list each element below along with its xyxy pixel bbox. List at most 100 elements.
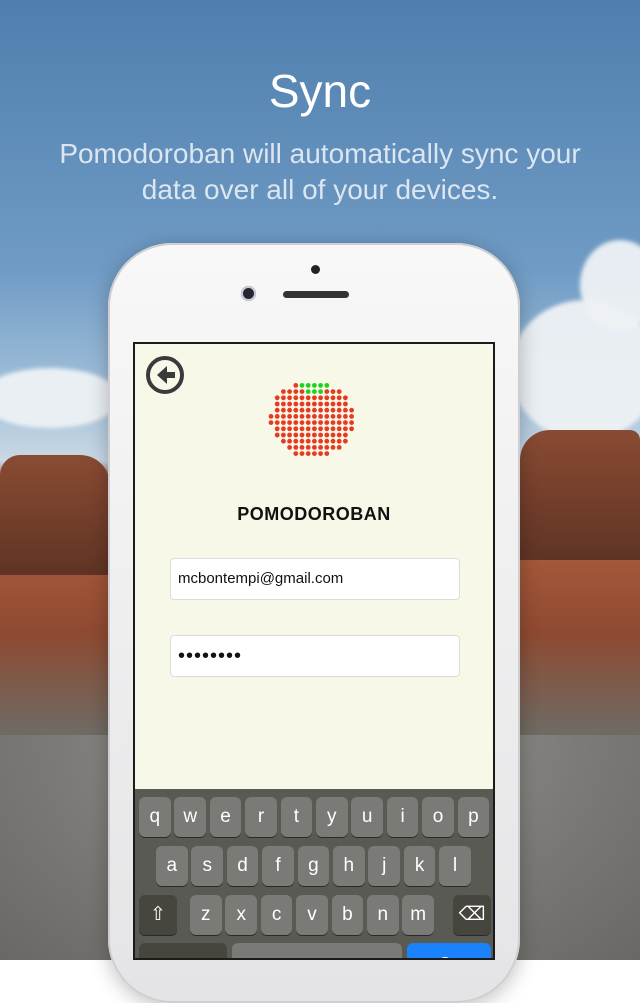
keyboard: qwertyuiop asdfghjkl zxcvbnm ⇧ ⌫ ?123 sp… — [135, 789, 493, 958]
logo-dot — [312, 445, 317, 450]
logo-dot — [318, 395, 323, 401]
logo-dot — [305, 451, 311, 456]
logo-dot — [287, 426, 292, 432]
go-key[interactable]: Go — [407, 943, 491, 958]
key-b[interactable]: b — [331, 895, 364, 935]
logo-dot — [287, 432, 292, 438]
logo-dot — [281, 401, 286, 407]
logo-dot — [293, 395, 299, 401]
front-camera — [241, 286, 256, 301]
key-f[interactable]: f — [262, 846, 294, 886]
logo-dot — [299, 395, 305, 401]
logo-dot — [287, 389, 292, 394]
logo-dot — [299, 407, 305, 413]
key-n[interactable]: n — [367, 895, 399, 935]
key-h[interactable]: h — [333, 846, 365, 886]
logo-dot — [349, 414, 354, 419]
key-l[interactable]: l — [439, 846, 471, 886]
logo-dot — [318, 426, 323, 432]
key-w[interactable]: w — [174, 797, 206, 837]
logo-dot — [287, 420, 292, 425]
space-key[interactable]: space — [232, 943, 402, 958]
logo-dot — [287, 401, 292, 407]
tomato-logo-icon — [268, 383, 354, 456]
key-u[interactable]: u — [351, 797, 383, 837]
logo-dot — [330, 401, 336, 407]
key-o[interactable]: o — [422, 797, 454, 837]
logo-dot — [324, 420, 330, 425]
logo-dot — [336, 426, 342, 432]
logo-dot — [287, 407, 292, 413]
logo-dot — [305, 445, 311, 450]
logo-dot — [318, 432, 323, 438]
logo-dot — [281, 414, 286, 419]
key-g[interactable]: g — [297, 846, 330, 886]
logo-dot — [293, 426, 299, 432]
logo-dot — [274, 401, 280, 407]
key-e[interactable]: e — [209, 797, 242, 837]
logo-dot — [274, 432, 280, 438]
logo-dot — [312, 395, 317, 401]
logo-stem-dot — [318, 389, 323, 394]
logo-dot — [299, 426, 305, 432]
logo-stem-dot — [299, 383, 305, 388]
logo-dot — [274, 420, 280, 425]
key-r[interactable]: r — [245, 797, 277, 837]
logo-dot — [324, 451, 330, 456]
shift-key[interactable]: ⇧ — [139, 895, 177, 935]
logo-dot — [287, 395, 292, 401]
logo-dot — [324, 407, 330, 413]
logo-dot — [330, 407, 336, 413]
key-x[interactable]: x — [225, 895, 257, 935]
key-v[interactable]: v — [296, 895, 328, 935]
key-d[interactable]: d — [226, 846, 259, 886]
logo-dot — [324, 426, 330, 432]
logo-dot — [305, 438, 311, 444]
numbers-key[interactable]: ?123 — [139, 943, 227, 958]
key-z[interactable]: z — [190, 895, 222, 935]
logo-dot — [305, 420, 311, 425]
logo-dot — [281, 407, 286, 413]
logo-dot — [343, 395, 348, 401]
key-q[interactable]: q — [139, 797, 171, 837]
logo-dot — [293, 438, 299, 444]
logo-dot — [318, 407, 323, 413]
key-m[interactable]: m — [402, 895, 434, 935]
logo-dot — [318, 445, 323, 450]
logo-dot — [349, 407, 354, 413]
logo-dot — [330, 414, 336, 419]
logo-dot — [305, 432, 311, 438]
email-field[interactable]: mcbontempi@gmail.com — [170, 558, 460, 600]
logo-dot — [336, 420, 342, 425]
back-arrow-icon[interactable] — [145, 355, 185, 395]
logo-dot — [324, 389, 330, 394]
promo-subtitle: Pomodoroban will automatically sync your… — [59, 138, 581, 205]
key-c[interactable]: c — [260, 895, 293, 935]
key-t[interactable]: t — [280, 797, 313, 837]
logo-dot — [330, 438, 336, 444]
key-p[interactable]: p — [457, 797, 490, 837]
logo-dot — [293, 401, 299, 407]
key-k[interactable]: k — [403, 846, 436, 886]
logo-dot — [293, 407, 299, 413]
logo-dot — [330, 395, 336, 401]
logo-dot — [343, 401, 348, 407]
logo-dot — [293, 420, 299, 425]
logo-dot — [312, 407, 317, 413]
key-s[interactable]: s — [191, 846, 223, 886]
delete-key[interactable]: ⌫ — [453, 895, 491, 935]
key-i[interactable]: i — [386, 797, 419, 837]
key-j[interactable]: j — [368, 846, 400, 886]
password-field[interactable]: •••••••• — [170, 635, 460, 677]
logo-dot — [349, 420, 354, 425]
key-y[interactable]: y — [316, 797, 348, 837]
mesa-right — [520, 430, 640, 560]
key-a[interactable]: a — [156, 846, 188, 886]
logo-dot — [318, 451, 323, 456]
logo-dot — [324, 438, 330, 444]
logo-dot — [281, 395, 286, 401]
delete-icon: ⌫ — [458, 904, 486, 925]
logo-dot — [343, 426, 348, 432]
logo-dot — [336, 407, 342, 413]
logo-dot — [330, 445, 336, 450]
